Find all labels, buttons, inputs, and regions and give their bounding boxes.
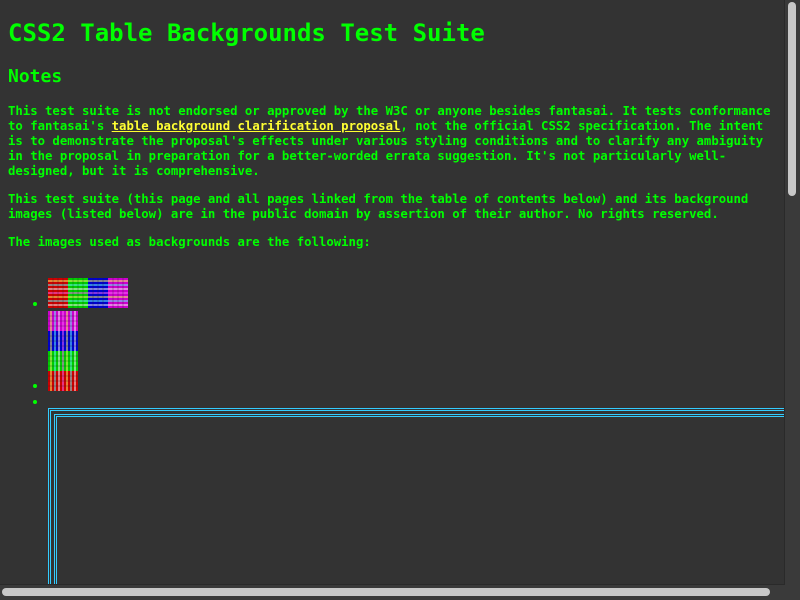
vertical-scrollbar-thumb[interactable] [788, 2, 796, 196]
horizontal-stripes-background-image [48, 278, 128, 308]
list-bullet [33, 302, 37, 306]
table-inner-border [54, 414, 800, 600]
vertical-scrollbar[interactable] [784, 0, 800, 585]
list-bullet [33, 384, 37, 388]
images-intro-paragraph: The images used as backgrounds are the f… [8, 235, 371, 249]
intro-paragraph: This test suite is not endorsed or appro… [8, 104, 784, 179]
notes-heading: Notes [8, 66, 63, 87]
list-bullet [33, 400, 37, 404]
scrollbar-corner [785, 585, 800, 600]
vertical-stripes-background-image [48, 311, 78, 391]
horizontal-scrollbar[interactable] [0, 584, 785, 600]
horizontal-scrollbar-thumb[interactable] [2, 588, 770, 596]
page-title: CSS2 Table Backgrounds Test Suite [8, 19, 485, 47]
proposal-link[interactable]: table background clarification proposal [112, 119, 401, 133]
page-content: CSS2 Table Backgrounds Test Suite Notes … [8, 0, 784, 250]
license-paragraph: This test suite (this page and all pages… [8, 192, 749, 221]
